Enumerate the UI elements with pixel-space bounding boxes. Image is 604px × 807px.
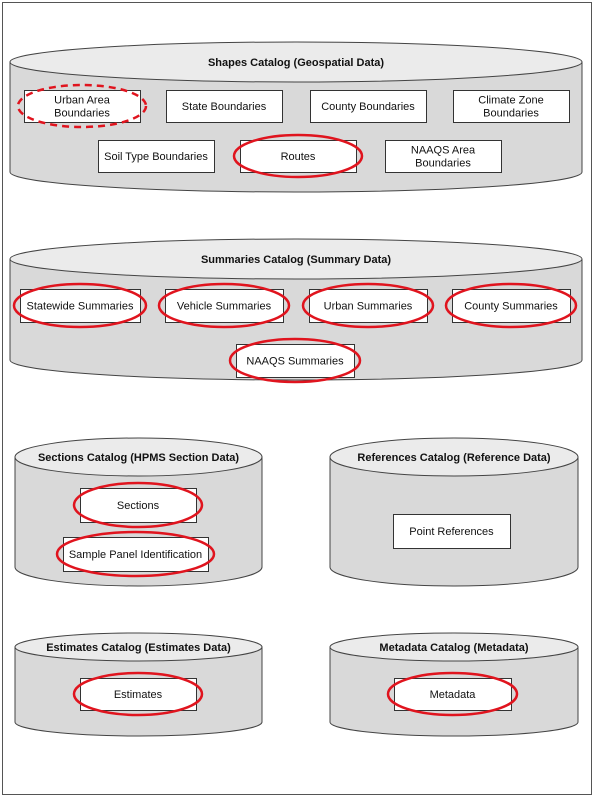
catalog-title: Summaries Catalog (Summary Data): [201, 254, 391, 266]
catalog-item[interactable]: Routes: [232, 133, 364, 179]
catalog-item[interactable]: State Boundaries: [166, 90, 283, 123]
item-label: Sections: [117, 500, 160, 512]
catalog-item[interactable]: Sample Panel Identification: [55, 530, 216, 578]
catalog-title: Sections Catalog (HPMS Section Data): [38, 452, 239, 464]
catalog-item[interactable]: Soil Type Boundaries: [98, 140, 215, 173]
item-label: Statewide Summaries: [27, 301, 134, 313]
catalog-cylinder: Shapes Catalog (Geospatial Data) Urban Ar…: [9, 41, 583, 193]
item-label: Urban Summaries: [324, 301, 413, 313]
catalog-cylinder: Sections Catalog (HPMS Section Data) Sect…: [14, 437, 263, 587]
item-label: Boundaries: [54, 108, 110, 120]
item-label: State Boundaries: [182, 101, 267, 113]
catalog-item[interactable]: Climate ZoneBoundaries: [453, 90, 570, 123]
catalog-item[interactable]: Statewide Summaries: [12, 282, 148, 329]
catalog-cylinder: Summaries Catalog (Summary Data) Statewid…: [9, 238, 583, 384]
catalog-item[interactable]: Estimates: [72, 671, 204, 717]
item-label: Climate Zone: [478, 95, 543, 107]
item-label: Metadata: [430, 689, 477, 701]
catalog-cylinder: References Catalog (Reference Data) Point…: [329, 437, 579, 587]
item-label: Routes: [281, 151, 316, 163]
item-label: Point References: [409, 526, 494, 538]
catalog-item[interactable]: County Summaries: [444, 282, 578, 329]
catalog-item[interactable]: Metadata: [386, 671, 519, 717]
item-label: Estimates: [114, 689, 163, 701]
catalog-item[interactable]: Vehicle Summaries: [157, 282, 291, 329]
item-label: Boundaries: [415, 158, 471, 170]
item-label: NAAQS Summaries: [246, 356, 344, 368]
catalog-item[interactable]: Sections: [72, 481, 204, 529]
catalog-item[interactable]: Urban Summaries: [301, 282, 435, 329]
item-label: Vehicle Summaries: [177, 301, 272, 313]
item-label: County Summaries: [464, 301, 558, 313]
item-label: Urban Area: [54, 95, 111, 107]
catalog-cylinder: Estimates Catalog (Estimates Data) Estima…: [14, 632, 263, 737]
catalog-item[interactable]: Point References: [393, 514, 511, 549]
item-label: Sample Panel Identification: [69, 549, 202, 561]
catalog-item[interactable]: County Boundaries: [310, 90, 427, 123]
catalog-item[interactable]: Urban AreaBoundaries: [16, 83, 148, 129]
catalog-title: Metadata Catalog (Metadata): [379, 642, 528, 654]
catalog-item[interactable]: NAAQS Summaries: [228, 337, 362, 384]
catalog-item[interactable]: NAAQS AreaBoundaries: [385, 140, 502, 173]
catalog-title: Estimates Catalog (Estimates Data): [46, 642, 231, 654]
item-label: Soil Type Boundaries: [104, 151, 208, 163]
item-label: County Boundaries: [321, 101, 415, 113]
catalog-title: Shapes Catalog (Geospatial Data): [208, 57, 384, 69]
catalog-diagram: Shapes Catalog (Geospatial Data) Urban Ar…: [2, 2, 592, 795]
catalog-title: References Catalog (Reference Data): [357, 452, 551, 464]
item-label: Boundaries: [483, 108, 539, 120]
catalog-cylinder: Metadata Catalog (Metadata) Metadata: [329, 632, 579, 737]
item-label: NAAQS Area: [411, 145, 476, 157]
